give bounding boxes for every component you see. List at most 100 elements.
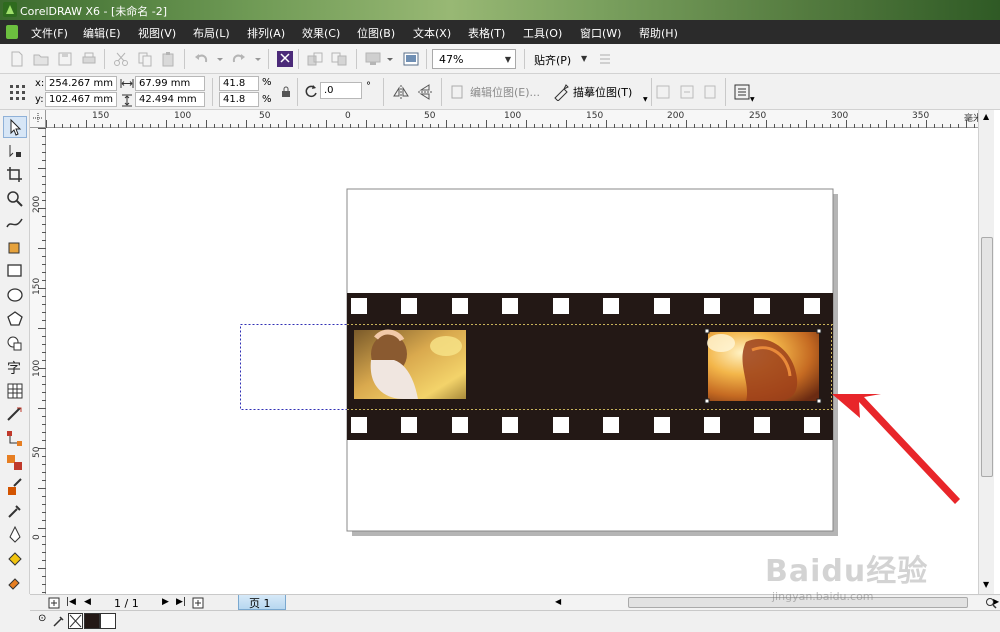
bitmap-color-mask-icon[interactable] xyxy=(701,83,719,101)
crop-bitmap-icon[interactable] xyxy=(654,83,672,101)
basic-shapes-tool-icon[interactable] xyxy=(5,333,25,353)
drawing-canvas[interactable]: Baidu经验 xyxy=(46,128,976,594)
redo-dropdown-icon[interactable] xyxy=(254,53,262,65)
freehand-tool-icon[interactable] xyxy=(5,213,25,233)
new-document-icon[interactable] xyxy=(8,50,26,68)
navigator-zoom-icon[interactable] xyxy=(985,597,997,609)
scale-x-field[interactable]: 41.8 xyxy=(219,76,259,91)
snap-dropdown-icon[interactable]: ▼ xyxy=(581,54,587,63)
table-tool-icon[interactable] xyxy=(5,381,25,401)
scale-y-field[interactable]: 41.8 xyxy=(219,92,259,107)
menu-table[interactable]: 表格(T) xyxy=(468,25,505,41)
rectangle-tool-icon[interactable] xyxy=(5,261,25,281)
menu-help[interactable]: 帮助(H) xyxy=(639,25,678,41)
page-tab[interactable]: 页 1 xyxy=(238,595,286,610)
vertical-scrollbar[interactable]: ▲ ▼ xyxy=(978,110,994,594)
no-color-swatch[interactable] xyxy=(68,613,83,629)
scroll-down-icon[interactable]: ▼ xyxy=(983,580,989,589)
mirror-vertical-icon[interactable] xyxy=(416,83,434,101)
width-field[interactable]: 67.99 mm xyxy=(135,76,205,91)
color-swatch-white[interactable] xyxy=(100,613,116,629)
last-page-icon[interactable]: ▶| xyxy=(176,597,186,607)
import-icon[interactable] xyxy=(306,50,324,68)
text-tool-icon[interactable]: 字 xyxy=(5,357,25,377)
photo-bitmap-left[interactable] xyxy=(354,329,466,400)
menu-bitmaps[interactable]: 位图(B) xyxy=(357,25,395,41)
ruler-tick-label: 0 xyxy=(32,534,42,540)
polygon-tool-icon[interactable] xyxy=(5,309,25,329)
add-page-after-icon[interactable] xyxy=(192,597,204,609)
undo-icon[interactable] xyxy=(192,50,210,68)
mirror-horizontal-icon[interactable] xyxy=(392,83,410,101)
palette-menu-icon[interactable]: ⊙ xyxy=(38,613,46,624)
crop-tool-icon[interactable] xyxy=(5,165,25,185)
toolbox: 字 xyxy=(0,110,30,610)
document-icon[interactable] xyxy=(6,25,18,39)
trace-dropdown-icon[interactable]: ▼ xyxy=(643,96,648,103)
ellipse-tool-icon[interactable] xyxy=(5,285,25,305)
height-field[interactable]: 42.494 mm xyxy=(135,92,205,107)
undo-dropdown-icon[interactable] xyxy=(216,53,224,65)
print-icon[interactable] xyxy=(80,50,98,68)
horizontal-ruler[interactable]: 150 100 50 0 50 100 150 200 250 300 350 … xyxy=(46,110,992,128)
fill-tool-icon[interactable] xyxy=(5,549,25,569)
copy-icon[interactable] xyxy=(136,50,154,68)
search-content-icon[interactable] xyxy=(276,50,294,68)
transparency-tool-icon[interactable] xyxy=(5,477,25,497)
options-icon[interactable] xyxy=(596,50,614,68)
photo-bitmap-right[interactable] xyxy=(707,332,819,401)
wrap-dropdown-icon[interactable]: ▼ xyxy=(750,96,755,103)
menu-arrange[interactable]: 排列(A) xyxy=(247,25,285,41)
connector-tool-icon[interactable] xyxy=(5,429,25,449)
menu-layout[interactable]: 布局(L) xyxy=(193,25,230,41)
shape-tool-icon[interactable] xyxy=(5,141,25,161)
y-position-field[interactable]: 102.467 mm xyxy=(45,92,117,107)
previous-page-icon[interactable]: ◀ xyxy=(84,597,91,607)
vertical-ruler[interactable]: 200 150 100 50 0 xyxy=(30,128,46,594)
export-icon[interactable] xyxy=(330,50,348,68)
next-page-icon[interactable]: ▶ xyxy=(162,597,169,607)
menu-tools[interactable]: 工具(O) xyxy=(523,25,562,41)
menu-text[interactable]: 文本(X) xyxy=(413,25,451,41)
x-position-field[interactable]: 254.267 mm xyxy=(45,76,117,91)
save-icon[interactable] xyxy=(56,50,74,68)
launcher-dropdown-icon[interactable] xyxy=(386,53,394,65)
menu-edit[interactable]: 编辑(E) xyxy=(83,25,121,41)
first-page-icon[interactable]: |◀ xyxy=(66,597,76,607)
zoom-level-select[interactable]: 47% ▼ xyxy=(432,49,516,69)
lock-ratio-icon[interactable] xyxy=(281,86,291,98)
eyedropper-icon[interactable] xyxy=(52,614,66,628)
rotation-angle-field[interactable]: .0 xyxy=(320,82,362,99)
trace-bitmap-button[interactable]: 描摹位图(T) xyxy=(573,84,632,100)
application-launcher-icon[interactable] xyxy=(364,50,382,68)
open-folder-icon[interactable] xyxy=(32,50,50,68)
menu-file[interactable]: 文件(F) xyxy=(31,25,68,41)
zoom-tool-icon[interactable] xyxy=(5,189,25,209)
menu-effects[interactable]: 效果(C) xyxy=(302,25,340,41)
redo-icon[interactable] xyxy=(230,50,248,68)
resample-icon[interactable] xyxy=(678,83,696,101)
interactive-fill-tool-icon[interactable] xyxy=(5,573,25,593)
pick-tool-icon[interactable] xyxy=(5,117,25,137)
object-origin-icon[interactable] xyxy=(8,83,26,101)
add-page-icon[interactable] xyxy=(48,597,60,609)
cut-icon[interactable] xyxy=(112,50,130,68)
dimension-tool-icon[interactable] xyxy=(5,405,25,425)
menu-view[interactable]: 视图(V) xyxy=(138,25,176,41)
color-swatch-dark[interactable] xyxy=(84,613,100,629)
blend-tool-icon[interactable] xyxy=(5,453,25,473)
welcome-screen-icon[interactable] xyxy=(402,50,420,68)
scroll-left-icon[interactable]: ◀ xyxy=(555,597,561,606)
svg-text:字: 字 xyxy=(7,361,21,377)
ruler-origin[interactable] xyxy=(30,110,46,128)
edit-bitmap-button[interactable]: 编辑位图(E)... xyxy=(470,84,540,100)
outline-pen-tool-icon[interactable] xyxy=(5,525,25,545)
wrap-text-icon[interactable] xyxy=(733,83,751,101)
snap-to-button[interactable]: 贴齐(P) xyxy=(534,52,571,68)
scroll-up-icon[interactable]: ▲ xyxy=(983,112,989,121)
vertical-scroll-thumb[interactable] xyxy=(981,237,993,477)
menu-window[interactable]: 窗口(W) xyxy=(580,25,621,41)
paste-icon[interactable] xyxy=(160,50,178,68)
smart-fill-tool-icon[interactable] xyxy=(5,237,25,257)
eyedropper-tool-icon[interactable] xyxy=(5,501,25,521)
